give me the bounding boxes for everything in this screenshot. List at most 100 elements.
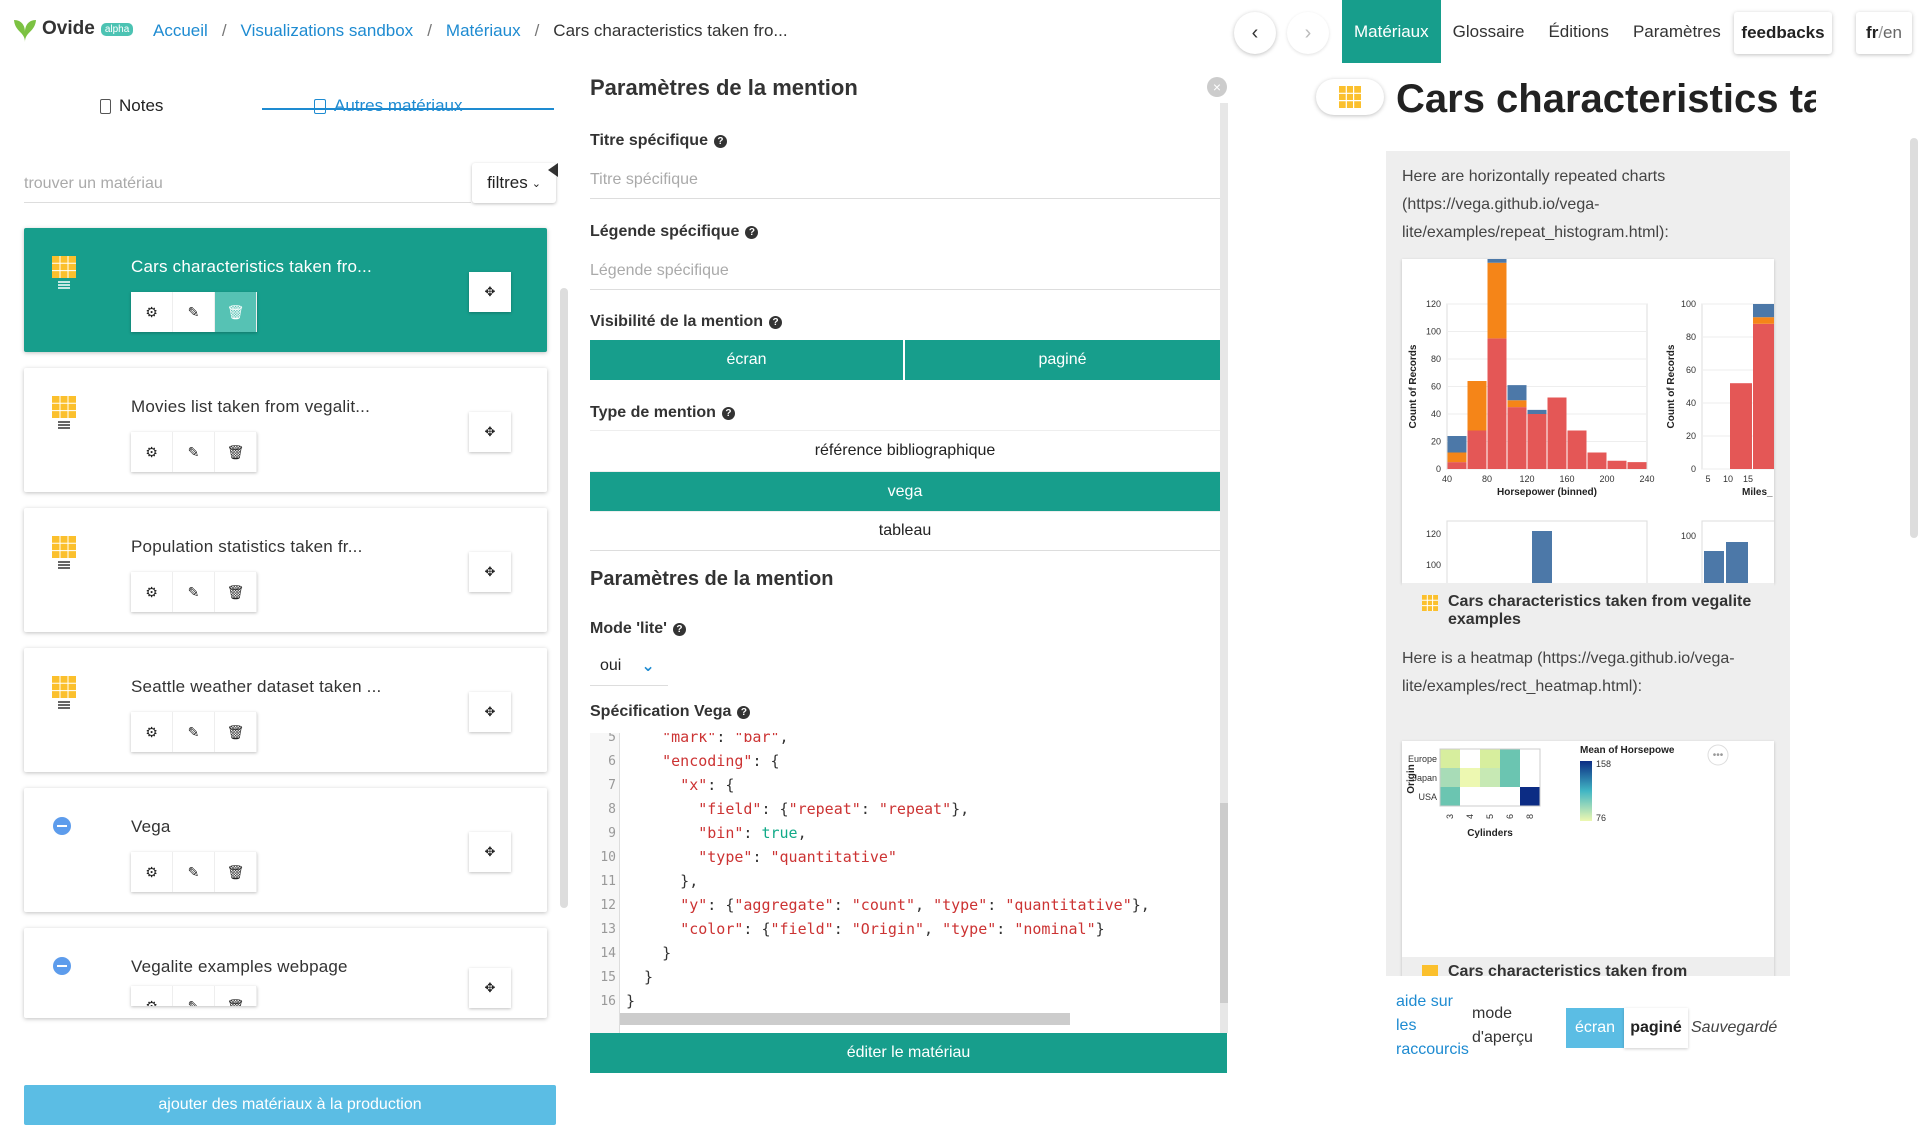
material-card[interactable]: Population statistics taken fr... ⚙ ✎ 🗑 ✥ [24,508,547,632]
gear-icon[interactable]: ⚙ [131,432,173,472]
gear-icon[interactable]: ⚙ [131,572,173,612]
document-title: Cars characteristics tal [1396,77,1816,121]
settings-scrollbar[interactable] [1220,103,1228,1033]
lang-fr[interactable]: fr [1866,23,1878,43]
help-icon[interactable]: ? [745,225,759,239]
help-icon[interactable]: ? [713,134,727,148]
preview-scrollbar[interactable] [1910,138,1918,538]
specific-legend-input[interactable]: Légende spécifique [590,250,1220,290]
breadcrumb-home[interactable]: Accueil [153,21,208,41]
move-icon[interactable]: ✥ [469,692,511,732]
help-icon[interactable]: ? [721,406,735,420]
tab-other-materials[interactable]: Autres matériaux [314,83,463,129]
code-line: 10 "type": "quantitative" [590,845,897,869]
visibility-paged-button[interactable]: paginé [905,340,1220,380]
x-tick-label: 15 [1743,474,1753,484]
visibility-screen-button[interactable]: écran [590,340,903,380]
breadcrumb-production[interactable]: Visualizations sandbox [241,21,414,41]
preview-screen-button[interactable]: écran [1566,1008,1624,1048]
move-icon[interactable]: ✥ [469,968,511,1008]
breadcrumb-materials[interactable]: Matériaux [446,21,521,41]
materials-scrollbar[interactable] [560,288,568,908]
type-option-bibliographic[interactable]: référence bibliographique [590,430,1220,470]
back-button[interactable]: ‹ [1234,12,1276,54]
trash-icon[interactable]: 🗑 [215,712,257,752]
move-icon[interactable]: ✥ [469,272,511,312]
help-icon[interactable]: ? [769,315,783,329]
main-nav-tabs: Matériaux Glossaire Éditions Paramètres [1342,0,1733,63]
pencil-icon[interactable]: ✎ [173,572,215,612]
trash-icon[interactable]: 🗑 [215,572,257,612]
chevron-left-icon: ‹ [1251,21,1259,44]
mention-settings-subtitle: Paramètres de la mention [590,568,834,590]
heatmap-cell [1480,768,1500,787]
help-icon[interactable]: ? [672,622,686,636]
filters-dropdown[interactable]: filtres ⌄ [472,163,556,203]
code-line: 6 "encoding": { [590,749,779,773]
gear-icon[interactable]: ⚙ [131,852,173,892]
tab-notes[interactable]: Notes [100,83,163,129]
table-icon [52,256,80,295]
help-icon[interactable]: ? [737,705,751,719]
move-icon[interactable]: ✥ [469,832,511,872]
table-icon [52,676,80,715]
grid-icon [1422,965,1438,976]
material-card[interactable]: Vegalite examples webpage ⚙ ✎ 🗑 ✥ [24,928,547,1018]
pencil-icon[interactable]: ✎ [173,292,215,332]
pencil-icon[interactable]: ✎ [173,986,215,1006]
gear-icon[interactable]: ⚙ [131,986,173,1006]
language-switch[interactable]: fr / en [1856,12,1912,54]
gear-icon[interactable]: ⚙ [131,712,173,752]
app-logo[interactable]: Ovide alpha [12,14,134,44]
x-tick-label: 5 [1485,814,1495,819]
add-materials-button[interactable]: ajouter des matériaux à la production [24,1085,556,1125]
move-icon[interactable]: ✥ [469,412,511,452]
pencil-icon[interactable]: ✎ [173,432,215,472]
forward-button[interactable]: › [1287,12,1329,54]
trash-icon[interactable]: 🗑 [215,432,257,472]
bar-segment [1447,462,1467,469]
trash-icon[interactable]: 🗑 [215,852,257,892]
tab-glossary[interactable]: Glossaire [1441,0,1537,63]
tab-materials[interactable]: Matériaux [1342,0,1441,63]
material-search-input[interactable]: trouver un matériau [24,163,471,203]
material-card[interactable]: Vega ⚙ ✎ 🗑 ✥ [24,788,547,912]
y-tick-label: 100 [1426,327,1441,337]
bar-segment [1753,317,1774,324]
lite-mode-select[interactable]: oui ⌄ [590,646,668,686]
trash-icon[interactable]: 🗑 [215,292,257,332]
close-icon[interactable]: × [1207,77,1227,97]
material-card[interactable]: Seattle weather dataset taken ... ⚙ ✎ 🗑 ✥ [24,648,547,772]
code-line: 15 } [590,965,653,989]
line-number: 9 [608,825,616,841]
trash-icon[interactable]: 🗑 [215,986,257,1006]
type-option-table[interactable]: tableau [590,511,1220,551]
material-type-icon[interactable] [1316,79,1384,115]
line-number: 15 [600,969,616,985]
feedback-button[interactable]: feedbacks [1734,12,1832,54]
top-bar: Ovide alpha Accueil / Visualizations sand… [0,0,1920,63]
material-card[interactable]: Movies list taken from vegalit... ⚙ ✎ 🗑 ✥ [24,368,547,492]
bar-segment [1753,323,1774,469]
type-option-vega[interactable]: vega [590,471,1220,511]
pencil-icon[interactable]: ✎ [173,852,215,892]
material-card-actions: ⚙ ✎ 🗑 [131,852,257,892]
move-icon[interactable]: ✥ [469,552,511,592]
material-card[interactable]: Cars characteristics taken fro... ⚙ ✎ 🗑 ✥ [24,228,547,352]
code-text: "y": {"aggregate": "count", "type": "qua… [680,896,1150,914]
tab-editions[interactable]: Éditions [1536,0,1620,63]
preview-paged-button[interactable]: paginé [1624,1008,1688,1048]
gear-icon[interactable]: ⚙ [131,292,173,332]
pencil-icon[interactable]: ✎ [173,712,215,752]
lang-en[interactable]: en [1883,23,1902,43]
editor-horizontal-scrollbar[interactable] [620,1013,1070,1025]
shortcuts-help-link[interactable]: aide sur les raccourcis [1396,990,1476,1062]
heatmap-cell [1460,768,1480,787]
bar-segment [1507,400,1527,408]
heatmap-cell [1440,787,1460,806]
tab-settings[interactable]: Paramètres [1621,0,1733,63]
edit-material-button[interactable]: éditer le matériau [590,1033,1227,1073]
vega-spec-editor[interactable]: 5 "mark": "bar", 6 "encoding": {7 "x": {8… [590,733,1215,1033]
specific-title-input[interactable]: Titre spécifique [590,159,1220,199]
code-line: 13 "color": {"field": "Origin", "type": … [590,917,1104,941]
